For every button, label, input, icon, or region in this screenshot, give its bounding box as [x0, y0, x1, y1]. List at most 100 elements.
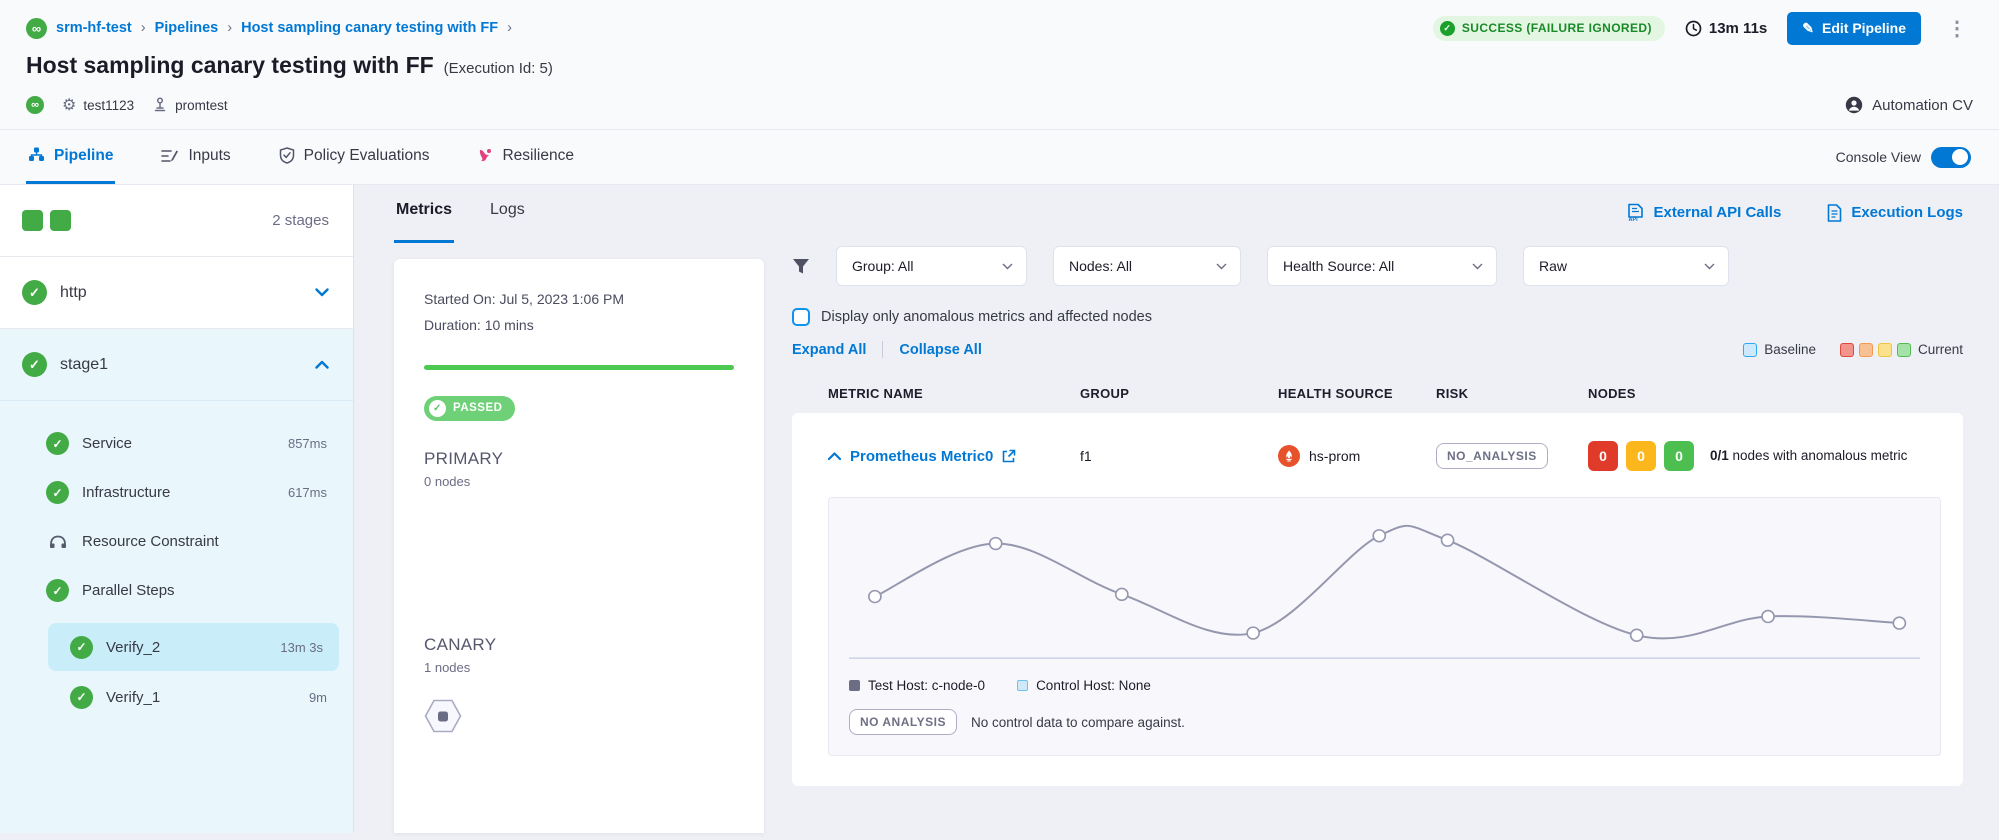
console-view-toggle[interactable]	[1931, 147, 1971, 168]
environment-tag[interactable]: promtest	[152, 97, 228, 113]
breadcrumb-pipeline-name[interactable]: Host sampling canary testing with FF	[241, 20, 498, 36]
gear-icon: ⚙	[62, 95, 76, 115]
sidebar-stage-stage1[interactable]: ✓ stage1	[0, 329, 353, 401]
execution-sidebar: 2 stages ✓ http ✓ stage1 ✓ Service 85	[0, 185, 354, 833]
metric-chart-card: Test Host: c-node-0 Control Host: None N…	[828, 497, 1941, 756]
breadcrumb: ∞ srm-hf-test › Pipelines › Host samplin…	[26, 18, 512, 39]
execution-logs-link[interactable]: Execution Logs	[1827, 203, 1963, 222]
sidebar-step-resource-constraint[interactable]: Resource Constraint	[0, 517, 353, 566]
nodes-filter-select[interactable]: Nodes: All	[1053, 246, 1241, 286]
breadcrumb-separator: ›	[141, 20, 146, 36]
canary-node-hexagon-icon[interactable]	[424, 699, 462, 733]
external-link-icon[interactable]	[1002, 449, 1016, 463]
nodes-summary: 0/1 nodes with anomalous metric	[1710, 446, 1950, 467]
rollout-icon	[152, 97, 168, 113]
tab-inputs[interactable]: Inputs	[159, 130, 232, 184]
tab-policy-evaluations[interactable]: Policy Evaluations	[277, 130, 432, 184]
main-tab-bar: Pipeline Inputs Policy Evaluations Resil…	[0, 130, 1999, 185]
step-duration: 9m	[309, 690, 327, 705]
health-source-filter-select[interactable]: Health Source: All	[1267, 246, 1497, 286]
page-title: Host sampling canary testing with FF	[26, 52, 434, 79]
breadcrumb-separator: ›	[227, 20, 232, 36]
metric-group: f1	[1080, 448, 1278, 464]
tab-resilience[interactable]: Resilience	[475, 130, 576, 184]
success-check-icon: ✓	[70, 636, 93, 659]
risk-badge: NO_ANALYSIS	[1436, 443, 1548, 469]
external-api-calls-link[interactable]: API External API Calls	[1627, 203, 1781, 222]
risk-orange-swatch	[1859, 343, 1873, 357]
chart-data-point	[1373, 530, 1385, 542]
collapse-row-chevron-up-icon[interactable]	[828, 452, 841, 460]
group-filter-select[interactable]: Group: All	[836, 246, 1027, 286]
resource-constraint-icon	[48, 534, 68, 550]
pencil-icon: ✎	[1802, 20, 1814, 37]
chart-data-point	[990, 538, 1002, 550]
metric-table-row[interactable]: Prometheus Metric0 f1 h	[828, 441, 1941, 471]
pipeline-icon	[28, 147, 45, 164]
success-check-icon: ✓	[46, 432, 69, 455]
sidebar-step-infrastructure[interactable]: ✓ Infrastructure 617ms	[0, 468, 353, 517]
shield-check-icon	[279, 147, 295, 164]
canary-label: CANARY	[424, 635, 734, 655]
chevron-up-icon[interactable]	[315, 360, 329, 369]
service-tag[interactable]: ⚙ test1123	[62, 95, 134, 115]
primary-node-count: 0 nodes	[424, 474, 734, 489]
sidebar-stage-http[interactable]: ✓ http	[0, 257, 353, 329]
elapsed-time: 13m 11s	[1685, 20, 1767, 37]
success-check-icon: ✓	[22, 280, 47, 305]
baseline-swatch	[1743, 343, 1757, 357]
verify-step-panel: Metrics Logs Started On: Jul 5, 2023 1:0…	[354, 185, 764, 833]
top-header: ∞ srm-hf-test › Pipelines › Host samplin…	[0, 0, 1999, 130]
test-host-legend: Test Host: c-node-0	[849, 678, 985, 693]
harness-logo-icon: ∞	[26, 18, 47, 39]
sidebar-step-verify-1[interactable]: ✓ Verify_1 9m	[0, 673, 353, 721]
metric-name-link[interactable]: Prometheus Metric0	[850, 448, 993, 465]
anomalous-only-checkbox[interactable]	[792, 308, 810, 326]
risk-yellow-swatch	[1878, 343, 1892, 357]
harness-service-icon: ∞	[26, 96, 44, 114]
console-view-label: Console View	[1836, 149, 1921, 165]
passed-check-icon: ✓	[429, 400, 446, 417]
success-check-icon: ✓	[1440, 21, 1455, 36]
red-node-count: 0	[1588, 441, 1618, 471]
metrics-table-header: METRIC NAME GROUP HEALTH SOURCE RISK NOD…	[792, 386, 1963, 401]
anomalous-only-label: Display only anomalous metrics and affec…	[821, 309, 1152, 325]
current-legend: Current	[1840, 342, 1963, 357]
more-options-icon[interactable]: ⋮	[1941, 16, 1973, 41]
chart-data-point	[1762, 611, 1774, 623]
breadcrumb-pipelines[interactable]: Pipelines	[155, 20, 219, 36]
step-duration: 857ms	[288, 436, 327, 451]
resilience-icon	[477, 148, 493, 164]
breadcrumb-separator: ›	[507, 20, 512, 36]
expand-all-link[interactable]: Expand All	[792, 342, 866, 358]
passed-badge: ✓ PASSED	[424, 396, 515, 421]
api-document-icon: API	[1627, 203, 1644, 222]
filter-funnel-icon[interactable]	[792, 258, 810, 275]
chevron-down-icon[interactable]	[315, 288, 329, 297]
health-source-cell: hs-prom	[1278, 445, 1436, 467]
sidebar-step-parallel-steps[interactable]: ✓ Parallel Steps	[0, 566, 353, 615]
tab-metrics[interactable]: Metrics	[394, 201, 454, 243]
success-check-icon: ✓	[46, 579, 69, 602]
no-analysis-message: No control data to compare against.	[971, 715, 1185, 730]
control-host-legend: Control Host: None	[1017, 678, 1151, 693]
sidebar-step-service[interactable]: ✓ Service 857ms	[0, 419, 353, 468]
chevron-down-icon	[1002, 263, 1013, 270]
svg-text:API: API	[1629, 217, 1639, 222]
tab-pipeline[interactable]: Pipeline	[26, 130, 115, 184]
started-on: Started On: Jul 5, 2023 1:06 PM	[424, 287, 734, 313]
canary-node-count: 1 nodes	[424, 660, 734, 675]
chart-data-point	[1893, 617, 1905, 629]
metric-line-chart[interactable]	[849, 520, 1920, 668]
breadcrumb-project[interactable]: srm-hf-test	[56, 20, 132, 36]
collapse-all-link[interactable]: Collapse All	[899, 342, 981, 358]
edit-pipeline-button[interactable]: ✎ Edit Pipeline	[1787, 12, 1921, 45]
chart-data-point	[869, 591, 881, 603]
sidebar-step-verify-2-selected[interactable]: ✓ Verify_2 13m 3s	[48, 623, 339, 671]
no-analysis-badge: NO ANALYSIS	[849, 709, 957, 735]
success-check-icon: ✓	[22, 352, 47, 377]
chart-data-point	[1247, 627, 1259, 639]
tab-logs[interactable]: Logs	[488, 201, 527, 243]
data-mode-select[interactable]: Raw	[1523, 246, 1729, 286]
verification-summary-card: Started On: Jul 5, 2023 1:06 PM Duration…	[394, 259, 764, 833]
